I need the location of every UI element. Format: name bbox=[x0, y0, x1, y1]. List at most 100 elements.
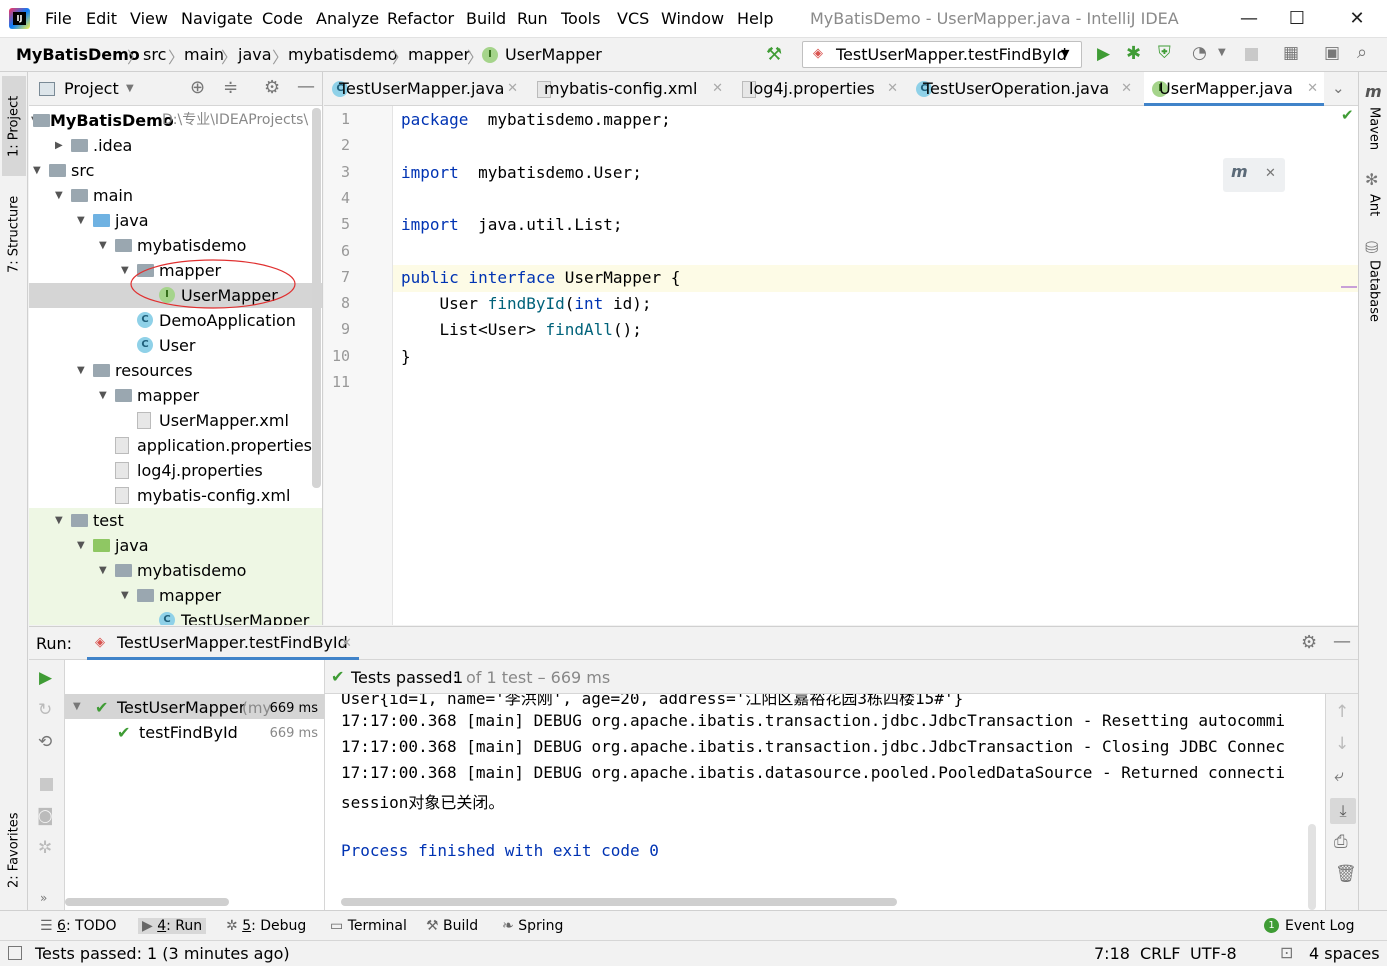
bottom-tab[interactable]: ✲ 5: Debug bbox=[226, 918, 306, 934]
code-editor[interactable]: package mybatisdemo.mapper; import mybati… bbox=[393, 106, 1358, 625]
menu-navigate[interactable]: Navigate bbox=[181, 9, 253, 28]
chevron-down-icon[interactable]: ▼ bbox=[1218, 48, 1226, 58]
close-icon[interactable]: ✕ bbox=[887, 72, 898, 106]
tree-arrow-icon[interactable]: ▼ bbox=[77, 358, 85, 383]
tree-arrow-icon[interactable]: ▼ bbox=[55, 508, 63, 533]
close-icon[interactable]: ✕ bbox=[1307, 72, 1318, 106]
menu-tools[interactable]: Tools bbox=[561, 9, 600, 28]
tree-item[interactable]: log4j.properties bbox=[29, 458, 322, 483]
project-structure-icon[interactable]: ▦ bbox=[1283, 45, 1299, 62]
tree-item[interactable]: ▼ main bbox=[29, 183, 322, 208]
project-view-label[interactable]: Project bbox=[64, 79, 119, 98]
tree-arrow-icon[interactable]: ▼ bbox=[55, 183, 63, 208]
tree-item[interactable]: ▼ mapper bbox=[29, 583, 322, 608]
presentation-icon[interactable]: ▣ bbox=[1324, 45, 1340, 62]
menu-edit[interactable]: Edit bbox=[86, 9, 117, 28]
tree-item[interactable]: mybatis-config.xml bbox=[29, 483, 322, 508]
tree-arrow-icon[interactable]: ▼ bbox=[121, 258, 129, 283]
tree-scrollbar[interactable] bbox=[312, 108, 321, 488]
editor-tab[interactable]: I UserMapper.java ✕ bbox=[1144, 72, 1324, 106]
tree-arrow-icon[interactable]: ▼ bbox=[99, 558, 107, 583]
test-result-row[interactable]: ▼ ✔ TestUserMapper (my 669 ms bbox=[65, 696, 324, 721]
locate-target-icon[interactable]: ⊕ bbox=[190, 79, 205, 97]
arrow-up-icon[interactable]: ↑ bbox=[1335, 704, 1349, 721]
menu-vcs[interactable]: VCS bbox=[617, 9, 649, 28]
console-hscrollbar[interactable] bbox=[341, 898, 897, 906]
lock-icon[interactable]: ⊡ bbox=[1280, 945, 1293, 961]
tool-tab-structure[interactable]: 7: Structure bbox=[2, 184, 26, 284]
tree-arrow-icon[interactable]: ▼ bbox=[77, 533, 85, 558]
tree-item[interactable]: ▼ test bbox=[29, 508, 322, 533]
menu-analyze[interactable]: Analyze bbox=[316, 9, 379, 28]
stop-icon[interactable] bbox=[1245, 48, 1258, 61]
event-log-tab[interactable]: Event Log bbox=[1285, 918, 1355, 934]
tree-arrow-icon[interactable]: ▼ bbox=[77, 208, 85, 233]
debug-bug-icon[interactable]: ✱ bbox=[1126, 45, 1141, 63]
breadcrumb-usermapper[interactable]: UserMapper bbox=[505, 45, 602, 64]
close-icon[interactable]: ✕ bbox=[712, 72, 723, 106]
close-icon[interactable]: ✕ bbox=[1265, 167, 1276, 180]
tree-item[interactable]: ▼ java bbox=[29, 208, 322, 233]
indent-setting[interactable]: 4 spaces bbox=[1309, 944, 1380, 963]
run-configuration-select[interactable]: ◈ TestUserMapper.testFindById ▼ bbox=[802, 41, 1082, 68]
editor-tab[interactable]: C TestUserMapper.java ✕ bbox=[324, 72, 524, 106]
tree-item[interactable]: ▼ src bbox=[29, 158, 322, 183]
tree-arrow-icon[interactable]: ▶ bbox=[55, 133, 63, 158]
tree-arrow-icon[interactable]: ▼ bbox=[99, 233, 107, 258]
tree-item[interactable]: UserMapper.xml bbox=[29, 408, 322, 433]
tree-item[interactable]: ▼ mybatisdemo bbox=[29, 233, 322, 258]
close-icon[interactable]: ✕ bbox=[507, 72, 518, 106]
breadcrumb-java[interactable]: java bbox=[238, 45, 272, 64]
rerun-failed-icon[interactable]: ↻ bbox=[38, 702, 52, 719]
tree-item[interactable]: ▼ java bbox=[29, 533, 322, 558]
more-chevron-icon[interactable]: » bbox=[40, 892, 47, 904]
settings-cog-icon[interactable]: ✲ bbox=[38, 840, 52, 857]
tree-arrow-icon[interactable]: ▼ bbox=[121, 583, 129, 608]
toggle-autotest-icon[interactable]: ⟲ bbox=[38, 734, 52, 751]
camera-icon[interactable]: ◙ bbox=[37, 808, 54, 825]
tree-item[interactable]: ▶ .idea bbox=[29, 133, 322, 158]
tool-tab-database[interactable]: Database bbox=[1362, 258, 1386, 324]
tree-root[interactable]: ▼ MyBatisDemo D:\专业\IDEAProjects\ bbox=[29, 108, 322, 133]
close-icon[interactable]: ✕ bbox=[1121, 72, 1132, 106]
tree-item[interactable]: C TestUserMapper bbox=[29, 608, 322, 625]
breadcrumb-project[interactable]: MyBatisDemo bbox=[16, 45, 140, 64]
build-hammer-icon[interactable]: ⚒ bbox=[766, 46, 782, 64]
tree-item[interactable]: ▼ mapper bbox=[29, 383, 322, 408]
arrow-down-icon[interactable]: ↓ bbox=[1335, 736, 1349, 753]
menu-file[interactable]: File bbox=[45, 9, 72, 28]
hide-panel-icon[interactable]: — bbox=[1333, 633, 1351, 651]
breadcrumb-mapper[interactable]: mapper bbox=[408, 45, 470, 64]
run-tab[interactable]: ◈ TestUserMapper.testFindById ✕ bbox=[87, 627, 359, 660]
scroll-to-end-icon[interactable]: ⤓ bbox=[1330, 798, 1356, 824]
profile-icon[interactable]: ◔ bbox=[1192, 45, 1207, 62]
tree-arrow-icon[interactable]: ▼ bbox=[33, 158, 41, 183]
rerun-icon[interactable]: ▶ bbox=[39, 670, 52, 687]
caret-position[interactable]: 7:18 bbox=[1094, 944, 1130, 963]
hide-panel-icon[interactable]: — bbox=[297, 78, 315, 96]
bottom-tab[interactable]: ⚒ Build bbox=[426, 918, 478, 934]
tab-list-chevron-icon[interactable]: ⌄ bbox=[1332, 81, 1345, 96]
print-icon[interactable]: ⎙ bbox=[1334, 834, 1348, 851]
tool-window-toggle-icon[interactable] bbox=[8, 946, 22, 960]
tool-tab-maven[interactable]: Maven bbox=[1362, 104, 1386, 154]
breadcrumb-main[interactable]: main bbox=[184, 45, 224, 64]
test-result-row[interactable]: ✔ testFindById 669 ms bbox=[65, 721, 324, 746]
chevron-down-icon[interactable]: ▼ bbox=[126, 84, 134, 94]
menu-refactor[interactable]: Refactor bbox=[387, 9, 454, 28]
minimize-button[interactable]: — bbox=[1226, 4, 1272, 34]
gear-icon[interactable]: ⚙ bbox=[1301, 634, 1317, 652]
bottom-tab[interactable]: ▭ Terminal bbox=[330, 918, 407, 934]
tree-arrow-icon[interactable]: ▼ bbox=[99, 383, 107, 408]
editor-tab[interactable]: C TestUserOperation.java ✕ bbox=[908, 72, 1138, 106]
close-window-button[interactable]: ✕ bbox=[1334, 4, 1380, 34]
close-icon[interactable]: ✕ bbox=[341, 637, 352, 650]
menu-code[interactable]: Code bbox=[262, 9, 303, 28]
tool-tab-ant[interactable]: Ant bbox=[1362, 190, 1386, 220]
tree-arrow-icon[interactable]: ▼ bbox=[73, 702, 81, 712]
trash-icon[interactable]: 🗑 bbox=[1335, 866, 1357, 883]
editor-tab[interactable]: log4j.properties ✕ bbox=[734, 72, 904, 106]
test-tree-hscrollbar[interactable] bbox=[65, 898, 229, 906]
tree-item[interactable]: application.properties bbox=[29, 433, 322, 458]
tool-tab-favorites[interactable]: 2: Favorites bbox=[2, 800, 26, 900]
